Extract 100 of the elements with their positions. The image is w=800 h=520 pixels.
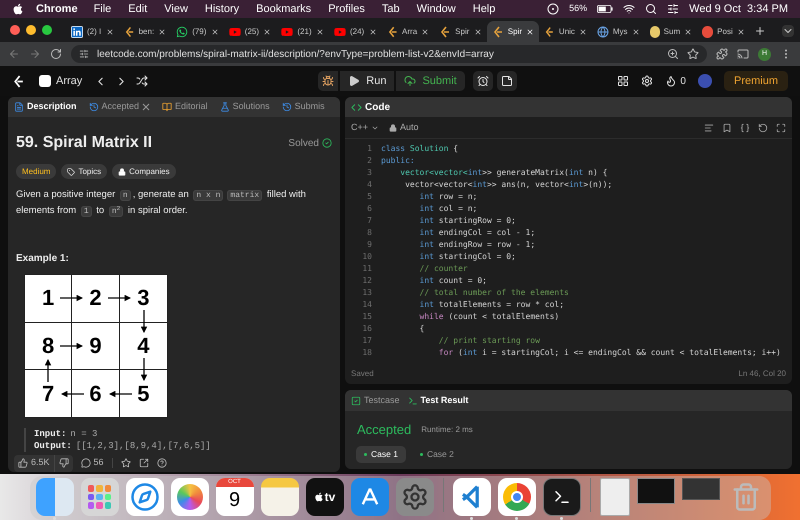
close-icon[interactable] [632,28,640,36]
browser-tab[interactable]: ben: [118,21,172,42]
browser-tab[interactable]: Spir [486,21,540,42]
comments-button[interactable]: 56 [80,456,104,470]
timer-button[interactable] [472,71,493,91]
browser-tab[interactable]: Unic [539,21,592,42]
tab-list-icon[interactable] [782,25,794,37]
browser-tab[interactable]: (21) [276,21,329,42]
bracket-logo-icon[interactable] [12,74,25,88]
reload-icon[interactable] [50,48,62,60]
close-icon[interactable] [421,28,430,36]
help-icon[interactable] [156,458,167,468]
close-icon[interactable] [316,28,324,36]
reset-icon[interactable] [758,122,768,132]
panel-tab[interactable]: Accepted [88,100,150,114]
close-icon[interactable] [474,28,482,36]
menu-item[interactable]: File [94,0,112,18]
browser-app-icon[interactable] [498,478,536,516]
panel-tab[interactable]: Solutions [220,100,270,114]
close-icon[interactable] [263,28,272,36]
back-icon[interactable] [8,48,20,60]
battery-icon[interactable] [597,5,614,13]
menu-item[interactable]: Window [416,0,456,18]
menu-item[interactable]: Edit [128,0,148,18]
difficulty-badge[interactable]: Medium [16,164,56,179]
bookmark-icon[interactable] [722,122,732,132]
browser-tab[interactable]: Posi [697,21,750,42]
menu-item[interactable]: View [164,0,188,18]
new-tab-icon[interactable] [754,25,766,37]
panel-tab[interactable]: Editorial [162,100,208,114]
menu-item[interactable]: Bookmarks [256,0,312,18]
problem-list-link[interactable]: Array [56,72,82,90]
run-button[interactable]: Run [340,71,394,91]
menu-clock[interactable]: Wed 9 Oct 3:34 PM [689,0,788,18]
browser-tab[interactable]: Mys [592,21,645,42]
menu-app-name[interactable]: Chrome [36,0,78,18]
grid-app-icon[interactable] [80,478,118,516]
notes-button[interactable] [496,71,517,91]
browser-tab[interactable]: (2) I [66,21,119,42]
panel-tab[interactable]: Testcase [351,394,400,408]
tv-app-icon[interactable]: tv [306,478,344,516]
bookmark-star-icon[interactable] [687,48,699,60]
browser-tab[interactable]: (25) [224,21,276,42]
close-icon[interactable] [526,28,534,36]
menu-item[interactable]: History [204,0,240,18]
forward-icon[interactable] [29,48,41,60]
browser-tab[interactable]: (24) [328,21,382,42]
braces-icon[interactable] [740,122,750,132]
apple-icon[interactable] [12,3,24,15]
browser-tab[interactable]: Spir [434,21,487,42]
menu-item[interactable]: Profiles [328,0,365,18]
case-tab[interactable]: Case 1 [356,446,406,462]
close-icon[interactable] [578,28,587,36]
favorite-icon[interactable] [120,458,131,468]
format-icon[interactable] [704,122,714,132]
fullscreen-icon[interactable] [776,122,786,132]
premium-button[interactable]: Premium [724,71,788,91]
layout-icon[interactable] [617,75,630,87]
close-icon[interactable] [142,103,150,111]
panel-tab[interactable]: Test Result [408,394,468,408]
tag-chip[interactable]: Topics [61,164,108,179]
language-select[interactable]: C++ [351,120,380,134]
shuffle-icon[interactable] [136,75,148,87]
browser-tab[interactable]: Sum [644,21,698,42]
close-icon[interactable] [736,28,745,36]
panel-tab[interactable]: Description [14,100,77,114]
flower-app-icon[interactable] [170,478,208,516]
extensions-icon[interactable] [716,48,728,60]
close-icon[interactable] [158,28,166,36]
window-thumbnail-icon[interactable] [636,478,674,504]
browser-tab[interactable]: (79) [171,21,224,42]
close-icon[interactable] [210,28,219,36]
share-icon[interactable] [138,458,149,468]
gear-app-icon[interactable] [396,478,434,516]
terminal-app-icon[interactable] [542,478,580,516]
site-settings-icon[interactable] [79,49,89,59]
close-icon[interactable] [368,28,377,36]
compass-app-icon[interactable] [126,478,164,516]
tag-chip[interactable]: Companies [112,164,176,179]
close-icon[interactable] [106,28,114,36]
control-center-icon[interactable] [667,3,680,15]
debug-button[interactable] [318,71,338,91]
code-editor-app-icon[interactable] [452,478,490,516]
panel-tab[interactable]: Submis [282,100,325,114]
submit-button[interactable]: Submit [396,71,465,91]
address-field[interactable]: leetcode.com/problems/spiral-matrix-ii/description/?envType=problem-list-v2&envId=array [71,45,707,63]
record-icon[interactable] [547,3,560,15]
search-icon[interactable] [645,3,658,15]
close-icon[interactable] [684,28,692,36]
window-thumbnail-icon[interactable] [682,478,720,500]
media-icon[interactable] [737,48,749,60]
flame-icon[interactable] [665,75,678,87]
menu-item[interactable]: Help [472,0,496,18]
user-avatar[interactable] [698,74,712,88]
zoom-icon[interactable] [667,48,679,60]
case-tab[interactable]: Case 2 [412,446,462,462]
letter-a-app-icon[interactable] [350,478,388,516]
settings-icon[interactable] [641,75,654,87]
menu-item[interactable]: Tab [382,0,400,18]
browser-tab[interactable]: Arra [382,21,434,42]
